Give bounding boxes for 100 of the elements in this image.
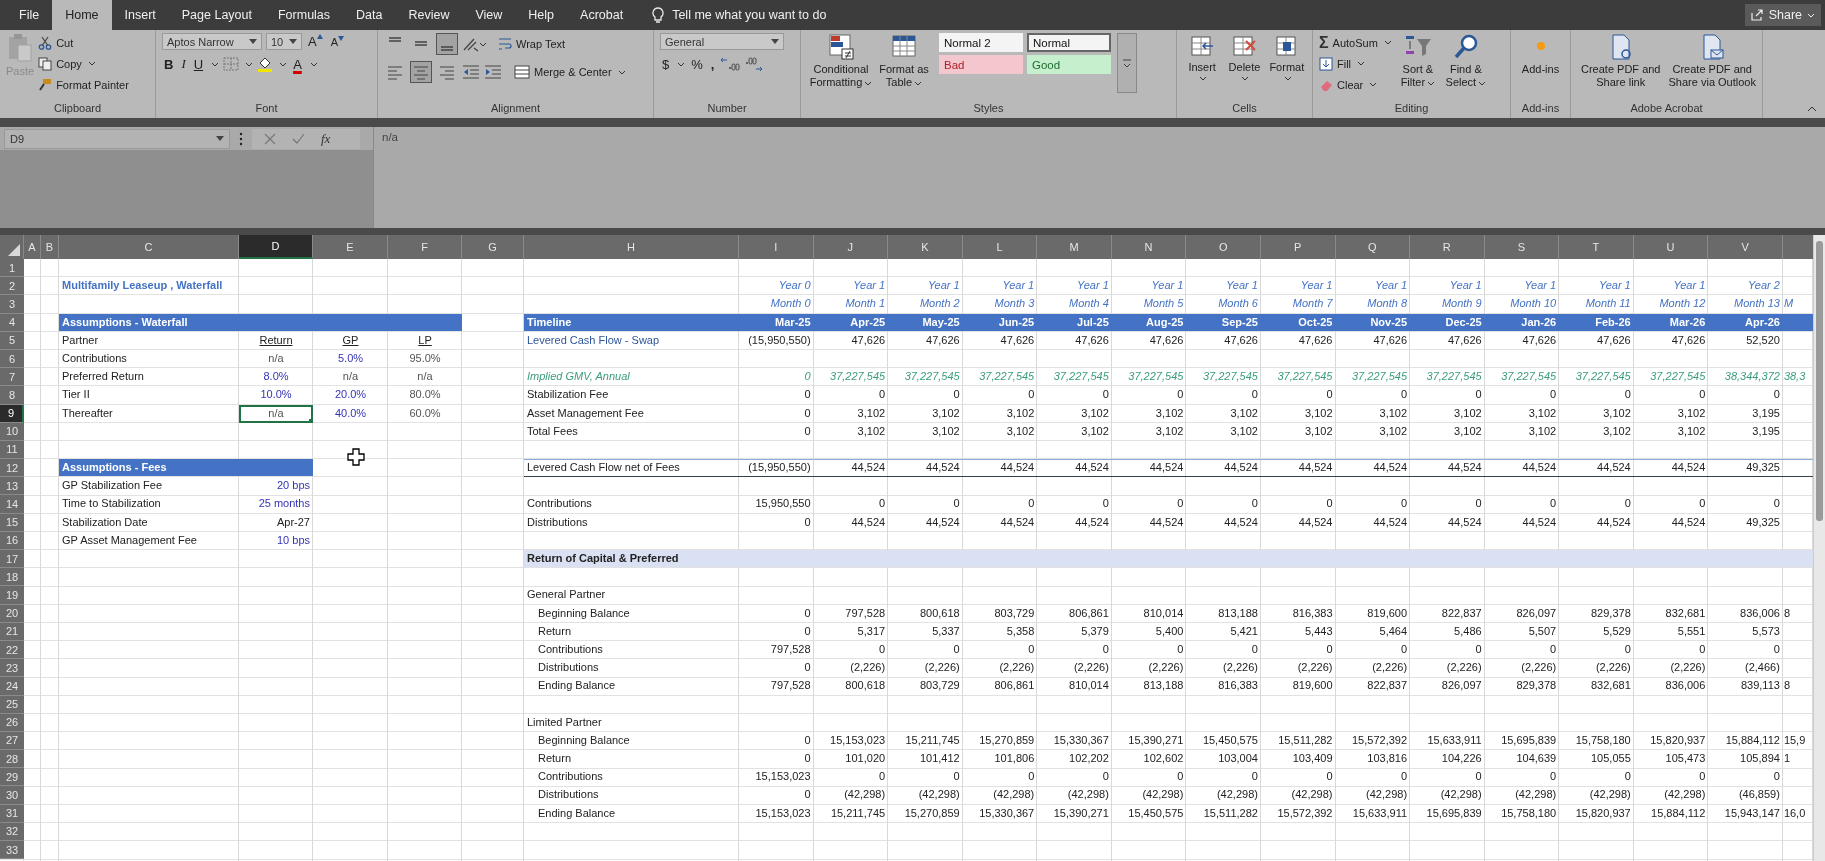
- delete-button[interactable]: Delete: [1225, 33, 1264, 81]
- insert-function-button[interactable]: fx: [321, 130, 331, 147]
- format-as-table-button[interactable]: Format as Table: [879, 33, 929, 89]
- row-header[interactable]: 7: [0, 368, 24, 387]
- grow-font-button[interactable]: A: [306, 34, 325, 49]
- caret-icon: [87, 61, 96, 66]
- menu-tab[interactable]: File: [6, 0, 53, 30]
- shrink-font-button[interactable]: A: [328, 35, 346, 48]
- format-button[interactable]: Format: [1267, 33, 1306, 81]
- horizontal-align-icon[interactable]: [410, 61, 432, 83]
- table-cell-text: (2,226): [998, 660, 1036, 676]
- menu-tab[interactable]: Data: [343, 0, 396, 30]
- currency-button[interactable]: $: [660, 56, 672, 72]
- sort-filter-button[interactable]: Sort & Filter: [1395, 33, 1440, 89]
- increase-indent-icon[interactable]: [484, 64, 502, 80]
- collapse-ribbon-icon[interactable]: [1807, 106, 1817, 112]
- decrease-indent-icon[interactable]: [462, 64, 480, 80]
- cell-style[interactable]: Good: [1027, 55, 1111, 74]
- gallery-more-icon[interactable]: [1117, 33, 1137, 93]
- table-cell-text: 38,344,372: [1723, 369, 1781, 385]
- row-header[interactable]: 19: [0, 586, 24, 605]
- table-cell-text: Jul-25: [1076, 314, 1110, 330]
- select-all-icon[interactable]: [7, 243, 21, 257]
- dropdown-arrow-icon: [249, 39, 257, 44]
- cell-style[interactable]: Bad: [939, 55, 1023, 74]
- menu-tab[interactable]: Acrobat: [567, 0, 637, 30]
- cell-style[interactable]: Normal 2: [939, 33, 1023, 52]
- table-cell-text: 15,820,937: [1574, 805, 1632, 821]
- table-cell-text: 3,102: [1527, 423, 1558, 439]
- create-pdf-outlook-button[interactable]: Create PDF and Share via Outlook: [1668, 33, 1756, 89]
- menu-tab[interactable]: Home: [52, 0, 112, 30]
- clear-button[interactable]: Clear: [1319, 75, 1392, 94]
- row-header[interactable]: 17: [0, 550, 24, 569]
- name-box[interactable]: D9: [4, 128, 230, 149]
- row-header[interactable]: 12: [0, 459, 24, 478]
- table-cell-text: Month 11: [1584, 296, 1632, 312]
- tell-me-search[interactable]: Tell me what you want to do: [672, 8, 827, 22]
- number-format-dropdown[interactable]: General: [660, 33, 784, 50]
- fill-color-icon[interactable]: [257, 56, 274, 72]
- font-size-dropdown[interactable]: 10: [266, 33, 302, 50]
- conditional-formatting-button[interactable]: Conditional Formatting: [807, 33, 875, 89]
- row-header[interactable]: 8: [0, 386, 24, 405]
- format-painter-button[interactable]: Format Painter: [38, 75, 129, 94]
- share-button[interactable]: Share: [1744, 4, 1821, 26]
- row-header[interactable]: 2: [0, 277, 24, 296]
- table-cell-text: 3,102: [931, 405, 961, 421]
- bold-button[interactable]: B: [162, 56, 176, 72]
- row-header[interactable]: 33: [0, 841, 24, 860]
- cell-style[interactable]: Normal: [1027, 33, 1111, 52]
- menu-tab[interactable]: Page Layout: [168, 0, 265, 30]
- add-ins-button[interactable]: Add-ins: [1517, 33, 1564, 76]
- create-pdf-share-link-button[interactable]: Create PDF and Share link: [1577, 33, 1665, 89]
- autosum-button[interactable]: Σ AutoSum: [1319, 33, 1392, 52]
- borders-icon[interactable]: [223, 57, 240, 71]
- table-cell-text: Month 0: [769, 296, 812, 312]
- find-select-button[interactable]: Find & Select: [1443, 33, 1488, 89]
- row-header[interactable]: 14: [0, 495, 24, 514]
- wrap-text-button[interactable]: Wrap Text: [498, 34, 566, 54]
- row-header[interactable]: 18: [0, 568, 24, 587]
- formula-input[interactable]: n/a: [373, 127, 1825, 228]
- menu-tab[interactable]: Formulas: [264, 0, 344, 30]
- menu-tab[interactable]: Review: [395, 0, 463, 30]
- font-name-dropdown[interactable]: Aptos Narrow: [162, 33, 262, 50]
- scrollbar-thumb[interactable]: [1816, 241, 1823, 521]
- percent-button[interactable]: %: [689, 56, 705, 72]
- fill-button[interactable]: Fill: [1319, 54, 1392, 73]
- cancel-icon[interactable]: [264, 132, 276, 145]
- cut-button[interactable]: Cut: [38, 33, 129, 52]
- column-header[interactable]: D: [239, 235, 313, 259]
- table-cell-text: 15,633,911: [1351, 805, 1409, 821]
- decrease-decimal-icon[interactable]: [744, 56, 765, 72]
- merge-center-button[interactable]: Merge & Center: [514, 62, 626, 82]
- comma-button[interactable]: ,: [708, 56, 717, 72]
- caret-icon: [1241, 76, 1250, 81]
- copy-button[interactable]: Copy: [38, 54, 129, 73]
- row-header[interactable]: 29: [0, 768, 24, 787]
- italic-button[interactable]: I: [179, 56, 188, 72]
- font-color-button[interactable]: A: [291, 56, 304, 72]
- row-header[interactable]: 23: [0, 659, 24, 678]
- vertical-align-icon[interactable]: [436, 33, 458, 55]
- row-header[interactable]: 24: [0, 677, 24, 696]
- row-header[interactable]: 28: [0, 750, 24, 769]
- row-header[interactable]: 1: [0, 259, 24, 278]
- fill-handle[interactable]: [309, 418, 313, 423]
- menu-tab[interactable]: Help: [515, 0, 568, 30]
- table-cell-text: 0: [1772, 496, 1781, 512]
- more-options-icon[interactable]: [239, 131, 243, 146]
- table-cell-text: 0: [1325, 496, 1334, 512]
- orientation-icon[interactable]: [462, 36, 486, 52]
- enter-icon[interactable]: [292, 133, 305, 144]
- menu-tab[interactable]: View: [462, 0, 516, 30]
- insert-button[interactable]: Insert: [1183, 33, 1222, 81]
- underline-button[interactable]: U: [191, 56, 206, 72]
- table-cell-text: 16,0: [1782, 805, 1807, 821]
- increase-decimal-icon[interactable]: [720, 56, 741, 72]
- caret-icon: [1807, 12, 1815, 18]
- row-header[interactable]: 30: [0, 786, 24, 805]
- menu-tab[interactable]: Insert: [111, 0, 169, 30]
- row-header[interactable]: 13: [0, 477, 24, 496]
- row-header[interactable]: 3: [0, 295, 24, 314]
